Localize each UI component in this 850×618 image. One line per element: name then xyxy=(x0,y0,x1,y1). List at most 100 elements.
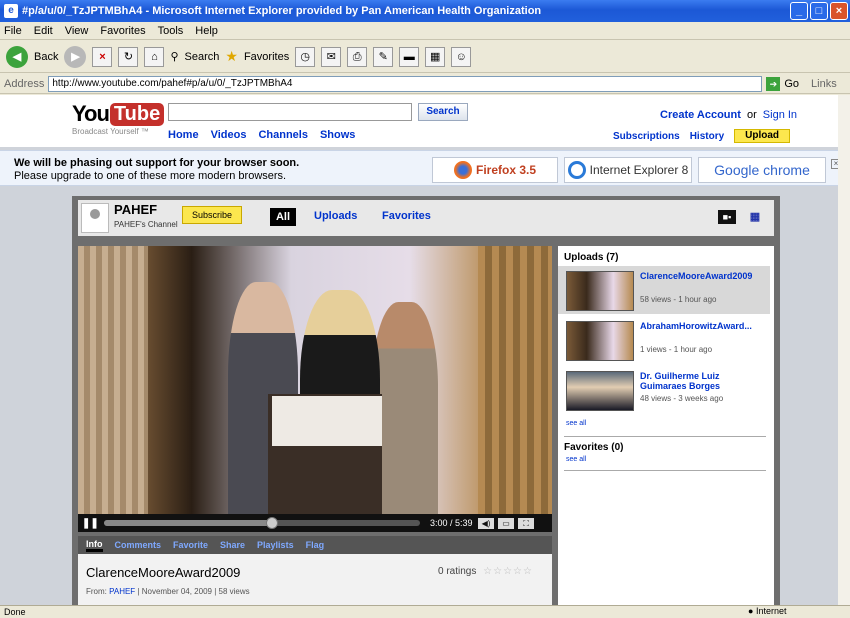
home-icon[interactable]: ⌂ xyxy=(144,46,165,67)
menu-help[interactable]: Help xyxy=(195,25,218,37)
scrollbar[interactable] xyxy=(838,95,850,605)
search-label[interactable]: Search xyxy=(185,51,220,63)
window-title: #p/a/u/0/_TzJPTMBhA4 - Microsoft Interne… xyxy=(22,5,542,17)
links-label[interactable]: Links xyxy=(811,78,837,90)
status-text: Done xyxy=(4,607,26,617)
logo-tube: Tube xyxy=(109,102,165,126)
volume-icon[interactable]: ◀) xyxy=(478,517,494,529)
nav-videos[interactable]: Videos xyxy=(211,129,247,141)
player-controls: ❚❚ 3:00 / 5:39 ◀) ▭ ⛶ xyxy=(78,514,552,532)
video-player[interactable]: ❚❚ 3:00 / 5:39 ◀) ▭ ⛶ xyxy=(78,246,552,532)
tab-favorites[interactable]: Favorites xyxy=(382,210,431,222)
video-thumbnail[interactable] xyxy=(566,321,634,361)
stop-icon[interactable]: × xyxy=(92,46,113,67)
folder-icon[interactable]: ▬ xyxy=(399,46,420,67)
tab-favorite[interactable]: Favorite xyxy=(173,540,208,550)
menu-favorites[interactable]: Favorites xyxy=(100,25,145,37)
forward-arrow-icon[interactable]: ▶ xyxy=(64,45,87,68)
refresh-icon[interactable]: ↻ xyxy=(118,46,139,67)
address-bar: Address http://www.youtube.com/pahef#p/a… xyxy=(0,74,850,94)
video-thumbnail[interactable] xyxy=(566,271,634,311)
seek-handle[interactable] xyxy=(265,517,278,529)
minimize-button[interactable]: _ xyxy=(790,2,808,20)
tab-uploads[interactable]: Uploads xyxy=(314,210,357,222)
back-arrow-icon[interactable]: ◀ xyxy=(6,45,28,68)
security-zone: ● Internet xyxy=(748,606,787,616)
rating-stars[interactable]: ☆☆☆☆☆ xyxy=(483,566,533,577)
address-input[interactable]: http://www.youtube.com/pahef#p/a/u/0/_Tz… xyxy=(48,75,763,92)
tab-share[interactable]: Share xyxy=(220,540,245,550)
subscriptions-link[interactable]: Subscriptions xyxy=(613,131,680,142)
menu-bar: File Edit View Favorites Tools Help xyxy=(0,22,850,40)
fullscreen-icon[interactable]: ⛶ xyxy=(518,517,534,529)
firefox-button[interactable]: Firefox 3.5 xyxy=(432,157,558,183)
research-icon[interactable]: ▦ xyxy=(425,46,446,67)
list-item[interactable]: ClarenceMooreAward2009 58 views - 1 hour… xyxy=(558,266,770,314)
title-bar: e #p/a/u/0/_TzJPTMBhA4 - Microsoft Inter… xyxy=(0,0,850,22)
tab-playlists[interactable]: Playlists xyxy=(257,540,294,550)
tab-comments[interactable]: Comments xyxy=(115,540,162,550)
chrome-label: Google chrome xyxy=(714,162,810,178)
uploads-see-all-link[interactable]: see all xyxy=(566,420,586,427)
chrome-button[interactable]: Google chrome xyxy=(698,157,826,183)
search-icon[interactable]: ⚲ xyxy=(170,50,178,63)
nav-channels[interactable]: Channels xyxy=(258,129,308,141)
search-button[interactable]: Search xyxy=(418,103,468,121)
subscribe-button[interactable]: Subscribe xyxy=(182,206,242,224)
nav-home[interactable]: Home xyxy=(168,129,199,141)
pause-icon[interactable]: ❚❚ xyxy=(82,518,99,529)
menu-edit[interactable]: Edit xyxy=(34,25,53,37)
curtain-right xyxy=(478,246,552,514)
menu-file[interactable]: File xyxy=(4,25,22,37)
menu-tools[interactable]: Tools xyxy=(158,25,184,37)
ie-label: Internet Explorer 8 xyxy=(589,163,689,177)
grid-view-icon[interactable]: ▦ xyxy=(746,210,764,224)
from-user-link[interactable]: PAHEF xyxy=(109,587,135,596)
curtain-left xyxy=(78,246,148,514)
status-bar: Done ● Internet xyxy=(0,605,850,618)
video-thumbnail[interactable] xyxy=(566,371,634,411)
tab-flag[interactable]: Flag xyxy=(306,540,325,550)
nav-shows[interactable]: Shows xyxy=(320,129,355,141)
upload-button[interactable]: Upload xyxy=(734,129,791,143)
favorites-star-icon[interactable]: ★ xyxy=(225,48,238,65)
logo-you: You xyxy=(72,101,110,126)
channel-name[interactable]: PAHEF xyxy=(114,202,157,217)
favorites-label[interactable]: Favorites xyxy=(244,51,289,63)
create-account-link[interactable]: Create Account xyxy=(660,109,741,121)
tab-all[interactable]: All xyxy=(270,208,296,226)
maximize-button[interactable]: □ xyxy=(810,2,828,20)
history-link[interactable]: History xyxy=(690,131,724,142)
video-info: ClarenceMooreAward2009 0 ratings ☆☆☆☆☆ F… xyxy=(78,554,552,605)
favorites-see-all-link[interactable]: see all xyxy=(566,456,586,463)
size-icon[interactable]: ▭ xyxy=(498,517,514,529)
history-icon[interactable]: ◷ xyxy=(295,46,316,67)
close-button[interactable]: × xyxy=(830,2,848,20)
list-item[interactable]: AbrahamHorowitzAward... 1 views - 1 hour… xyxy=(558,316,770,364)
ie-app-icon: e xyxy=(4,4,18,18)
tab-info[interactable]: Info xyxy=(86,539,103,552)
list-item-title[interactable]: Dr. Guilherme Luiz Guimaraes Borges xyxy=(640,371,766,391)
firefox-icon xyxy=(453,161,472,179)
list-item-title[interactable]: AbrahamHorowitzAward... xyxy=(640,321,766,331)
seek-bar[interactable] xyxy=(104,517,420,529)
edit-icon[interactable]: ✎ xyxy=(373,46,394,67)
youtube-logo[interactable]: You Tube xyxy=(72,101,165,127)
browser-notice: We will be phasing out support for your … xyxy=(0,150,850,186)
avatar[interactable] xyxy=(81,203,109,233)
ie8-button[interactable]: Internet Explorer 8 xyxy=(564,157,692,183)
back-label[interactable]: Back xyxy=(34,51,58,63)
messenger-icon[interactable]: ☺ xyxy=(451,46,472,67)
from-prefix: From: xyxy=(86,587,110,596)
video-meta: From: PAHEF | November 04, 2009 | 58 vie… xyxy=(86,587,250,596)
menu-view[interactable]: View xyxy=(65,25,89,37)
go-button[interactable]: Go xyxy=(784,78,799,90)
mail-icon[interactable]: ✉ xyxy=(321,46,342,67)
go-arrow-icon[interactable]: ➔ xyxy=(766,76,781,91)
player-view-icon[interactable]: ■▪ xyxy=(718,210,736,224)
search-input[interactable] xyxy=(168,103,412,121)
list-item[interactable]: Dr. Guilherme Luiz Guimaraes Borges 48 v… xyxy=(558,366,770,414)
print-icon[interactable]: ⎙ xyxy=(347,46,368,67)
sign-in-link[interactable]: Sign In xyxy=(763,109,797,121)
list-item-title[interactable]: ClarenceMooreAward2009 xyxy=(640,271,766,281)
